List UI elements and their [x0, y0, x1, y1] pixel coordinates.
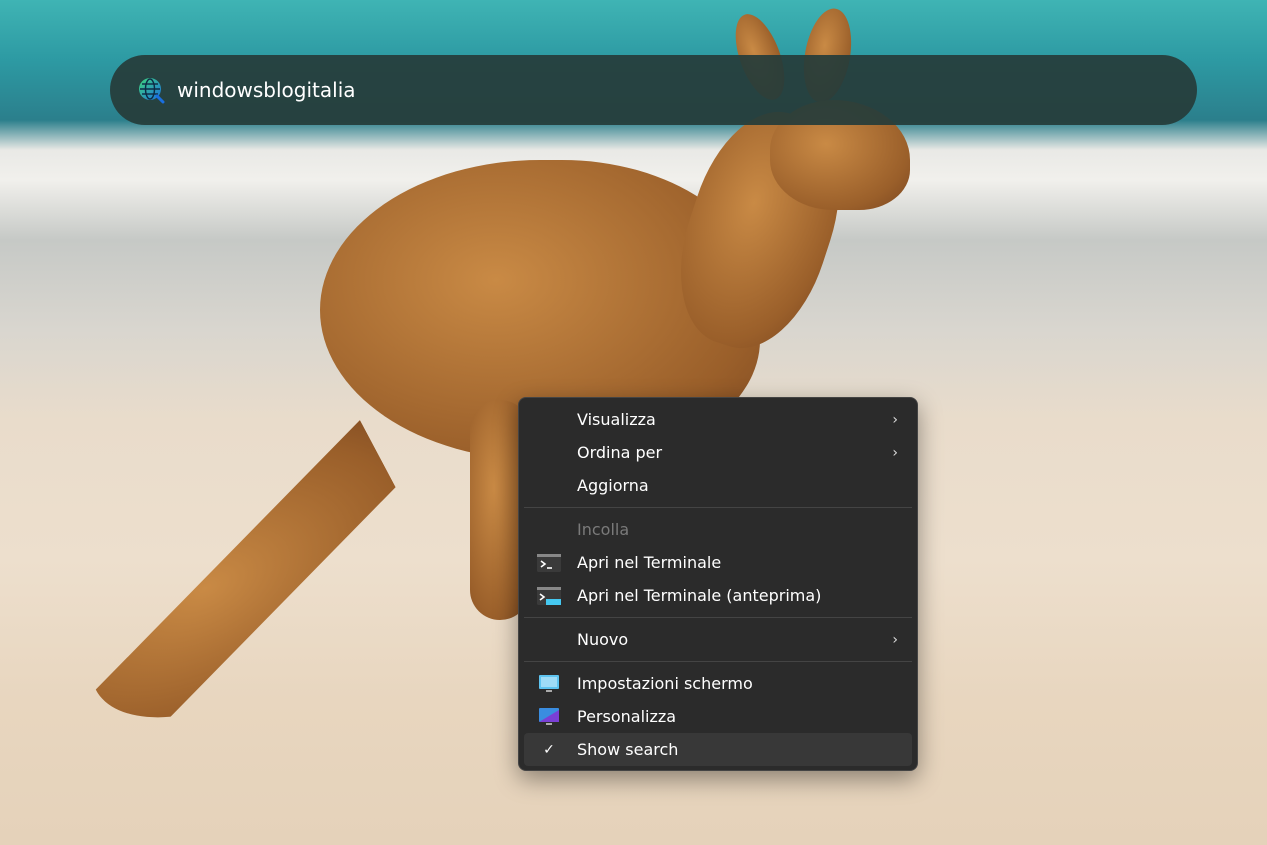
menu-item-label: Apri nel Terminale: [577, 553, 722, 572]
desktop-search-bar[interactable]: windowsblogitalia: [110, 55, 1197, 125]
menu-item-visualizza[interactable]: Visualizza ›: [524, 403, 912, 436]
menu-item-ordina-per[interactable]: Ordina per ›: [524, 436, 912, 469]
menu-item-nuovo[interactable]: Nuovo ›: [524, 623, 912, 656]
menu-item-label: Visualizza: [577, 410, 656, 429]
chevron-right-icon: ›: [892, 631, 898, 648]
globe-search-icon: [139, 78, 165, 104]
desktop-context-menu: Visualizza › Ordina per › Aggiorna Incolla…: [518, 397, 918, 771]
display-settings-icon: [536, 673, 562, 695]
menu-separator: [524, 661, 912, 662]
menu-item-apri-terminale[interactable]: Apri nel Terminale: [524, 546, 912, 579]
chevron-right-icon: ›: [892, 411, 898, 428]
menu-item-label: Nuovo: [577, 630, 629, 649]
menu-item-label: Show search: [577, 740, 679, 759]
terminal-icon: [536, 552, 562, 574]
menu-item-incolla: Incolla: [524, 513, 912, 546]
menu-separator: [524, 617, 912, 618]
menu-item-show-search[interactable]: ✓ Show search: [524, 733, 912, 766]
menu-item-aggiorna[interactable]: Aggiorna: [524, 469, 912, 502]
menu-separator: [524, 507, 912, 508]
menu-item-label: Ordina per: [577, 443, 663, 462]
wallpaper-kangaroo-tail: [42, 420, 449, 757]
chevron-right-icon: ›: [892, 444, 898, 461]
terminal-preview-icon: [536, 585, 562, 607]
menu-item-label: Incolla: [577, 520, 630, 539]
menu-item-label: Personalizza: [577, 707, 677, 726]
menu-item-label: Impostazioni schermo: [577, 674, 753, 693]
menu-item-impostazioni-schermo[interactable]: Impostazioni schermo: [524, 667, 912, 700]
menu-item-apri-terminale-anteprima[interactable]: Apri nel Terminale (anteprima): [524, 579, 912, 612]
personalize-icon: [536, 706, 562, 728]
menu-item-label: Apri nel Terminale (anteprima): [577, 586, 822, 605]
menu-item-label: Aggiorna: [577, 476, 649, 495]
search-text[interactable]: windowsblogitalia: [177, 78, 356, 102]
checkmark-icon: ✓: [543, 741, 555, 758]
menu-item-personalizza[interactable]: Personalizza: [524, 700, 912, 733]
